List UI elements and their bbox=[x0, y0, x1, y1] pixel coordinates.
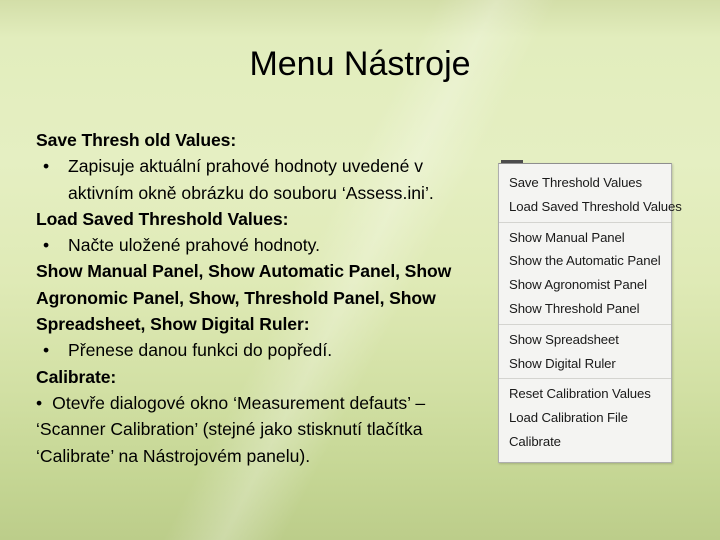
body-bullet-label: Otevře dialogové okno ‘Measurement defau… bbox=[36, 392, 426, 466]
menu-item[interactable]: Load Calibration File bbox=[499, 406, 671, 430]
page-title: Menu Nástroje bbox=[249, 45, 471, 83]
menu-item[interactable]: Show Agronomist Panel bbox=[499, 273, 671, 297]
bullet-icon: • bbox=[43, 156, 50, 177]
body-heading: Calibrate: bbox=[36, 366, 117, 387]
menu-group: Show Spreadsheet Show Digital Ruler bbox=[499, 323, 671, 379]
menu-item[interactable]: Save Threshold Values bbox=[499, 171, 671, 195]
bullet-icon: • bbox=[43, 235, 50, 256]
body-bullet-label: Přenese danou funkci do popředí. bbox=[68, 340, 333, 361]
menu-item[interactable]: Show the Automatic Panel bbox=[499, 249, 671, 273]
body-bullet-label: Zapisuje aktuální prahové hodnoty uveden… bbox=[68, 156, 434, 203]
menu-group: Show Manual Panel Show the Automatic Pane… bbox=[499, 221, 671, 324]
menu-item[interactable]: Show Spreadsheet bbox=[499, 328, 671, 352]
menu-item[interactable]: Show Manual Panel bbox=[499, 226, 671, 250]
menu-item[interactable]: Load Saved Threshold Values bbox=[499, 195, 682, 219]
body-heading: Show Manual Panel, Show Automatic Panel,… bbox=[36, 261, 452, 335]
menu-anchor-notch bbox=[501, 160, 523, 163]
menu-group: Save Threshold Values Load Saved Threshol… bbox=[499, 168, 682, 222]
body-bullet: • Zapisuje aktuální prahové hodnoty uvede… bbox=[36, 153, 482, 206]
menu-item[interactable]: Show Threshold Panel bbox=[499, 297, 671, 321]
body-heading: Load Saved Threshold Values: bbox=[36, 208, 289, 229]
body-bullet: • Přenese danou funkci do popředí. bbox=[36, 337, 482, 363]
body-bullet-label: Načte uložené prahové hodnoty. bbox=[68, 235, 321, 256]
tools-menu-panel[interactable]: Save Threshold Values Load Saved Threshol… bbox=[498, 160, 682, 463]
menu-item[interactable]: Calibrate bbox=[499, 430, 671, 454]
menu-item[interactable]: Reset Calibration Values bbox=[499, 382, 671, 406]
menu-item[interactable]: Show Digital Ruler bbox=[499, 352, 671, 376]
body-heading: Save Thresh old Values: bbox=[36, 130, 237, 150]
menu-group: Reset Calibration Values Load Calibration… bbox=[499, 378, 671, 456]
slide-canvas: Menu Nástroje Save Thresh old Values: • Za… bbox=[0, 0, 720, 540]
bullet-icon: • bbox=[36, 392, 43, 413]
body-text-column: Save Thresh old Values: • Zapisuje aktuáln… bbox=[36, 127, 482, 469]
body-bullet: • Otevře dialogové okno ‘Measurement defa… bbox=[36, 390, 482, 469]
body-bullet: • Načte uložené prahové hodnoty. bbox=[36, 232, 482, 258]
bullet-icon: • bbox=[43, 340, 50, 361]
